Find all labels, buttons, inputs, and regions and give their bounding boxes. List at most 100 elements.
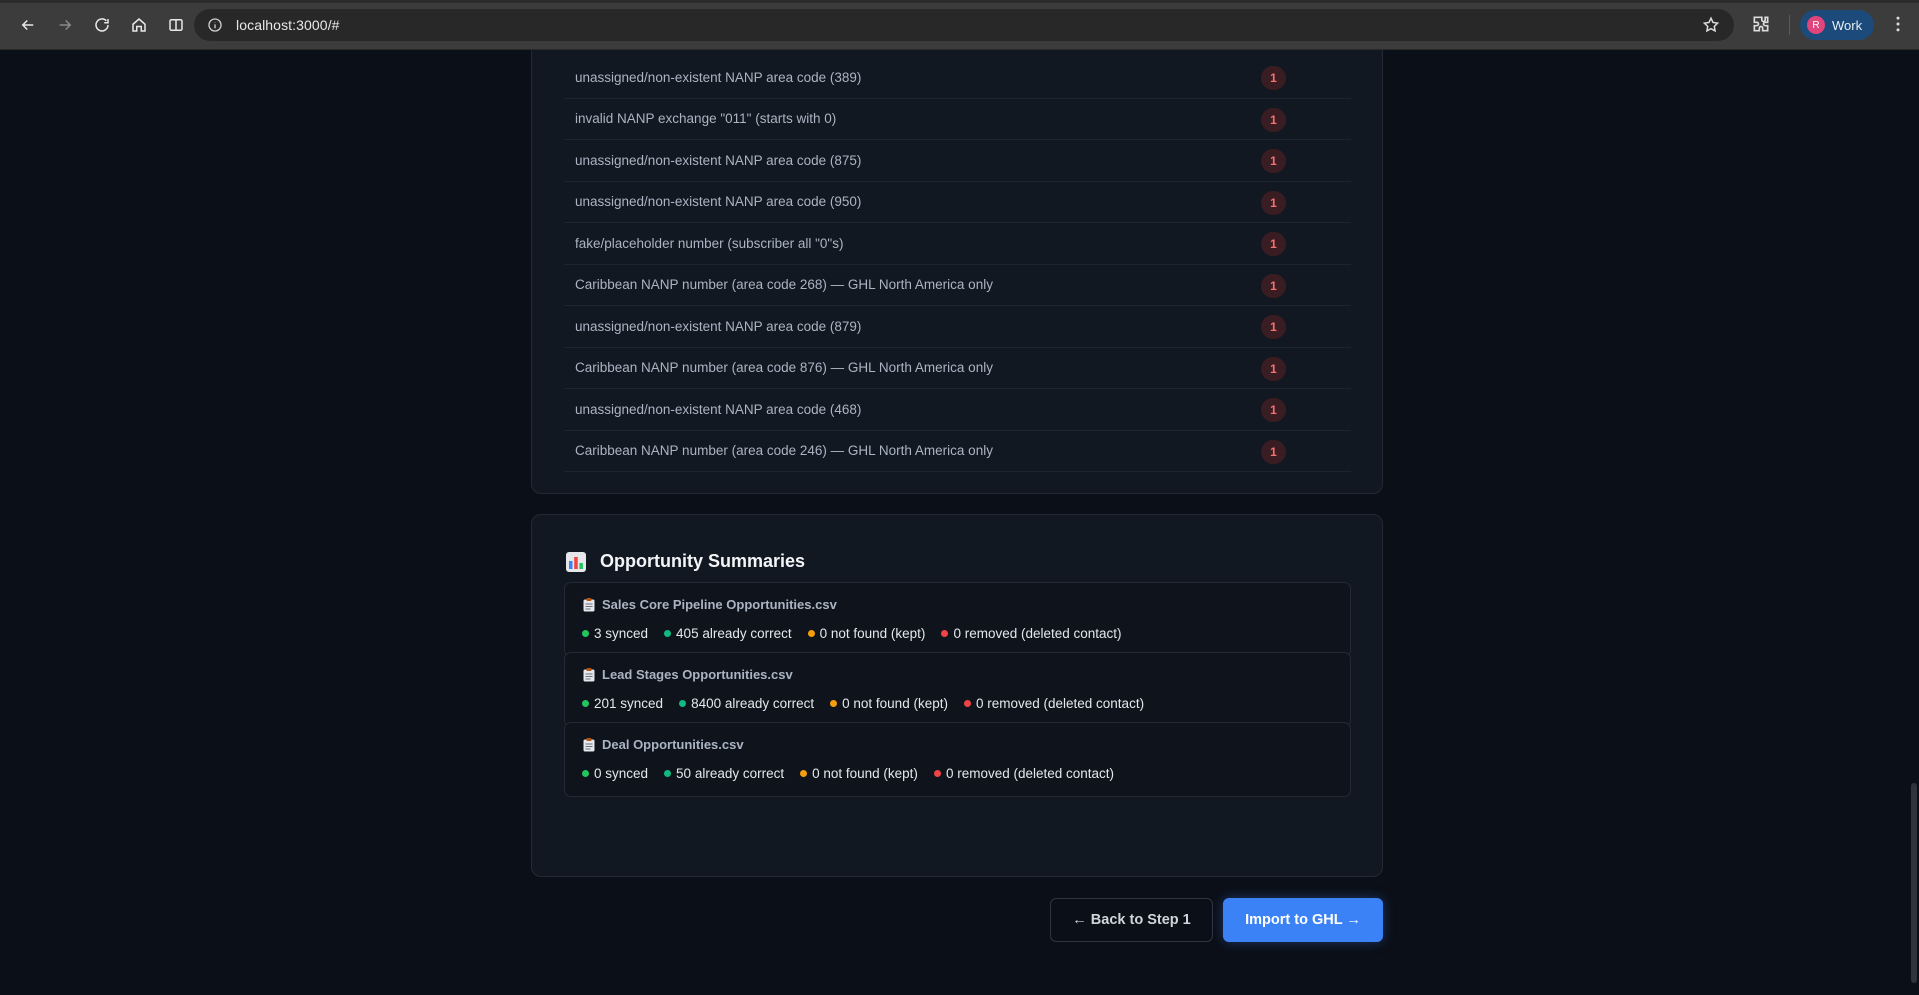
forward-arrow-icon[interactable] — [49, 9, 81, 41]
profile-button[interactable]: R Work — [1800, 10, 1874, 40]
issue-reason: fake/placeholder number (subscriber all … — [575, 235, 844, 251]
back-to-step-1-button[interactable]: ← Back to Step 1 — [1050, 898, 1213, 942]
issue-count-badge: 1 — [1261, 149, 1286, 173]
extensions-puzzle-icon[interactable] — [1751, 14, 1771, 34]
status-dot-icon — [582, 770, 589, 777]
reload-icon[interactable] — [86, 9, 118, 41]
issue-reason: unassigned/non-existent NANP area code (… — [575, 152, 862, 168]
issue-reason: Caribbean NANP number (area code 268) — … — [575, 277, 993, 293]
table-row: Caribbean NANP number (area code 876) — … — [564, 348, 1351, 389]
issue-reason: Caribbean NANP number (area code 876) — … — [575, 360, 993, 376]
issue-reason: Caribbean NANP number (area code 246) — … — [575, 443, 993, 459]
issue-reason: unassigned/non-existent NANP area code (… — [575, 318, 862, 334]
not-found-stat-text: 0 not found (kept) — [819, 626, 926, 641]
already-correct-stat: 8400 already correct — [679, 696, 814, 711]
synced-stat-text: 201 synced — [594, 696, 664, 711]
status-dot-icon — [679, 700, 687, 707]
issue-count-badge: 1 — [1261, 356, 1286, 381]
issue-reason: unassigned/non-existent NANP area code (… — [575, 194, 862, 210]
profile-name: Work — [1832, 17, 1863, 33]
synced-stat: 0 synced — [582, 766, 648, 781]
opportunity-file-summary: Sales Core Pipeline Opportunities.csv 3 s… — [564, 582, 1351, 657]
scrollbar-thumb[interactable] — [1911, 783, 1917, 983]
back-arrow-icon[interactable] — [12, 9, 44, 41]
status-dot-icon — [941, 630, 949, 637]
synced-stat: 3 synced — [582, 626, 648, 641]
file-stats: 3 synced 405 already correct 0 not found (… — [582, 626, 1138, 641]
file-stats: 201 synced 8400 already correct 0 not foun… — [582, 696, 1160, 711]
already-correct-stat-text: 8400 already correct — [691, 696, 815, 711]
home-icon[interactable] — [123, 9, 155, 41]
file-name-text: Deal Opportunities.csv — [602, 737, 744, 752]
split-view-icon[interactable] — [160, 9, 192, 41]
bar-chart-icon — [566, 551, 586, 572]
file-name: Lead Stages Opportunities.csv — [583, 667, 793, 682]
issue-count-badge: 1 — [1261, 398, 1286, 422]
table-row: unassigned/non-existent NANP area code (… — [564, 182, 1351, 223]
removed-stat: 0 removed (deleted contact) — [933, 766, 1115, 781]
more-vertical-icon[interactable] — [1888, 14, 1908, 34]
synced-stat: 201 synced — [582, 696, 663, 711]
issue-reason: unassigned/non-existent NANP area code (… — [575, 69, 862, 85]
not-found-stat-text: 0 not found (kept) — [812, 766, 918, 781]
clipboard-icon — [583, 737, 595, 751]
issue-count-badge: 1 — [1261, 66, 1286, 90]
already-correct-stat-text: 50 already correct — [676, 766, 785, 781]
already-correct-stat: 50 already correct — [664, 766, 784, 781]
page-title: Opportunity Summaries — [600, 551, 806, 571]
toolbar-separator — [1789, 15, 1790, 35]
issue-count-badge: 1 — [1261, 190, 1286, 215]
table-row: unassigned/non-existent NANP area code (… — [564, 389, 1351, 431]
status-dot-icon — [582, 700, 589, 707]
status-dot-icon — [963, 700, 971, 707]
table-row: Caribbean NANP number (area code 246) — … — [564, 431, 1351, 472]
file-name-text: Sales Core Pipeline Opportunities.csv — [602, 597, 837, 612]
already-correct-stat: 405 already correct — [664, 626, 792, 641]
issue-reason: unassigned/non-existent NANP area code (… — [575, 401, 862, 417]
removed-stat: 0 removed (deleted contact) — [941, 626, 1122, 641]
opportunity-file-summary: Deal Opportunities.csv 0 synced 50 already… — [564, 722, 1351, 797]
status-dot-icon — [664, 630, 672, 637]
issue-count-badge: 1 — [1261, 107, 1286, 132]
table-row: unassigned/non-existent NANP area code (… — [564, 57, 1351, 99]
wizard-actions: ← Back to Step 1 Import to GHL → — [0, 898, 1919, 942]
table-row: unassigned/non-existent NANP area code (… — [564, 306, 1351, 348]
bookmark-star-icon[interactable] — [1702, 16, 1720, 34]
table-row: fake/placeholder number (subscriber all … — [564, 223, 1351, 265]
not-found-stat: 0 not found (kept) — [800, 766, 918, 781]
clipboard-icon — [583, 597, 595, 611]
browser-toolbar: localhost:3000/# R Work — [0, 0, 1919, 50]
removed-stat: 0 removed (deleted contact) — [963, 696, 1145, 711]
file-name: Sales Core Pipeline Opportunities.csv — [583, 597, 837, 612]
issue-count-badge: 1 — [1261, 273, 1286, 298]
not-found-stat: 0 not found (kept) — [807, 626, 926, 641]
import-to-ghl-button[interactable]: Import to GHL → — [1223, 898, 1383, 942]
removed-stat-text: 0 removed (deleted contact) — [975, 696, 1145, 711]
issue-count-badge: 1 — [1261, 315, 1286, 339]
file-name: Deal Opportunities.csv — [583, 737, 744, 752]
status-dot-icon — [807, 630, 815, 637]
address-bar[interactable]: localhost:3000/# — [194, 9, 1734, 41]
status-dot-icon — [830, 700, 838, 707]
opportunity-summaries-header: Opportunity Summaries — [566, 551, 805, 572]
not-found-stat: 0 not found (kept) — [830, 696, 948, 711]
scrollbar[interactable] — [1909, 50, 1919, 995]
opportunity-file-summary: Lead Stages Opportunities.csv 201 synced 8… — [564, 652, 1351, 727]
site-info-icon[interactable] — [206, 16, 224, 34]
status-dot-icon — [800, 770, 808, 777]
issue-reason: invalid NANP exchange "011" (starts with… — [575, 111, 837, 127]
issue-count-badge: 1 — [1261, 439, 1286, 464]
avatar: R — [1807, 16, 1825, 34]
file-stats: 0 synced 50 already correct 0 not found (k… — [582, 766, 1130, 781]
removed-stat-text: 0 removed (deleted contact) — [945, 766, 1115, 781]
table-row: invalid NANP exchange "011" (starts with… — [564, 99, 1351, 140]
status-dot-icon — [582, 630, 589, 637]
tab-strip-edge — [0, 0, 1919, 3]
table-row: unassigned/non-existent NANP area code (… — [564, 140, 1351, 182]
status-dot-icon — [933, 770, 941, 777]
opportunity-summaries-card: Opportunity Summaries Sales Core Pipelin… — [531, 514, 1383, 877]
invalid-phone-issues-card: unassigned/non-existent NANP area code (… — [531, 50, 1383, 494]
removed-stat-text: 0 removed (deleted contact) — [953, 626, 1122, 641]
issue-count-badge: 1 — [1261, 232, 1286, 256]
url-text[interactable]: localhost:3000/# — [236, 17, 340, 33]
